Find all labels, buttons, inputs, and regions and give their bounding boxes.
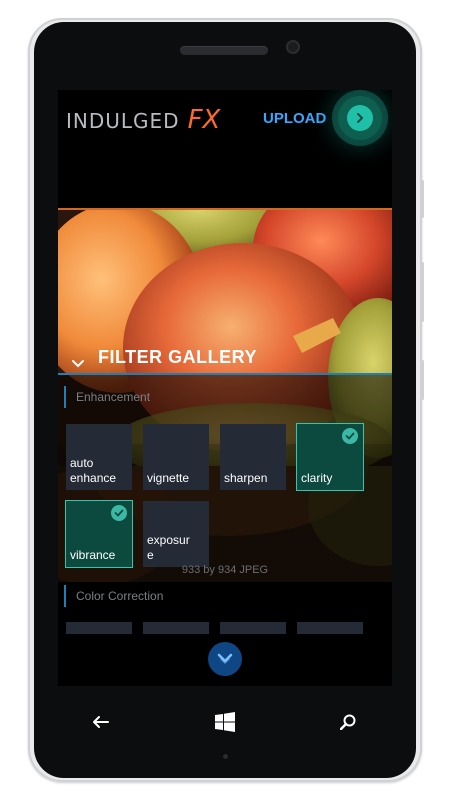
checkmark-icon xyxy=(111,505,127,521)
filter-tile-vignette[interactable]: vignette xyxy=(143,424,209,490)
chevron-down-icon xyxy=(217,650,233,669)
app-screen: INDULGED FX UPLOAD FILTER GALLERY Enhanc… xyxy=(58,90,392,686)
power-button xyxy=(421,262,424,322)
microphone-dot xyxy=(223,754,228,759)
photo-top-border xyxy=(58,208,392,210)
upload-button[interactable] xyxy=(338,96,382,140)
filter-tile-partial[interactable] xyxy=(297,622,363,634)
filter-label: exposure xyxy=(147,533,190,562)
logo-text: INDULGED xyxy=(66,109,180,133)
volume-button xyxy=(421,180,424,218)
filter-gallery-header[interactable]: FILTER GALLERY xyxy=(58,347,392,375)
filter-tile-auto-enhance[interactable]: auto enhance xyxy=(66,424,132,490)
filter-tile-vibrance[interactable]: vibrance xyxy=(65,500,133,568)
section-label-color-correction: Color Correction xyxy=(64,585,364,607)
filter-label: auto enhance xyxy=(70,456,117,485)
file-info: 933 by 934 JPEG xyxy=(181,564,269,576)
filter-label: sharpen xyxy=(224,471,268,485)
filter-tile-partial[interactable] xyxy=(143,622,209,634)
upload-label[interactable]: UPLOAD xyxy=(263,110,326,127)
filter-tile-clarity[interactable]: clarity xyxy=(296,423,364,491)
system-nav-bar xyxy=(58,702,392,742)
filter-tile-sharpen[interactable]: sharpen xyxy=(220,424,286,490)
filter-tile-partial[interactable] xyxy=(66,622,132,634)
scroll-down-button[interactable] xyxy=(208,642,242,676)
logo-accent: FX xyxy=(187,105,221,135)
filter-gallery-title: FILTER GALLERY xyxy=(98,347,257,367)
filter-label: clarity xyxy=(301,471,333,485)
arrow-right-icon xyxy=(347,105,373,131)
checkmark-icon xyxy=(342,428,358,444)
windows-logo-icon[interactable] xyxy=(213,710,237,734)
app-header: INDULGED FX UPLOAD xyxy=(58,90,392,200)
filter-tile-exposure[interactable]: exposure xyxy=(143,501,209,567)
filter-label: vignette xyxy=(147,471,190,485)
search-icon[interactable] xyxy=(336,710,360,734)
app-logo: INDULGED FX xyxy=(66,105,220,135)
back-arrow-icon[interactable] xyxy=(88,710,112,734)
speaker xyxy=(180,46,268,55)
section-label-enhancement: Enhancement xyxy=(64,386,364,408)
camera-button xyxy=(421,360,424,400)
front-camera xyxy=(286,40,300,54)
filter-tile-partial[interactable] xyxy=(220,622,286,634)
chevron-down-icon[interactable] xyxy=(72,354,84,373)
